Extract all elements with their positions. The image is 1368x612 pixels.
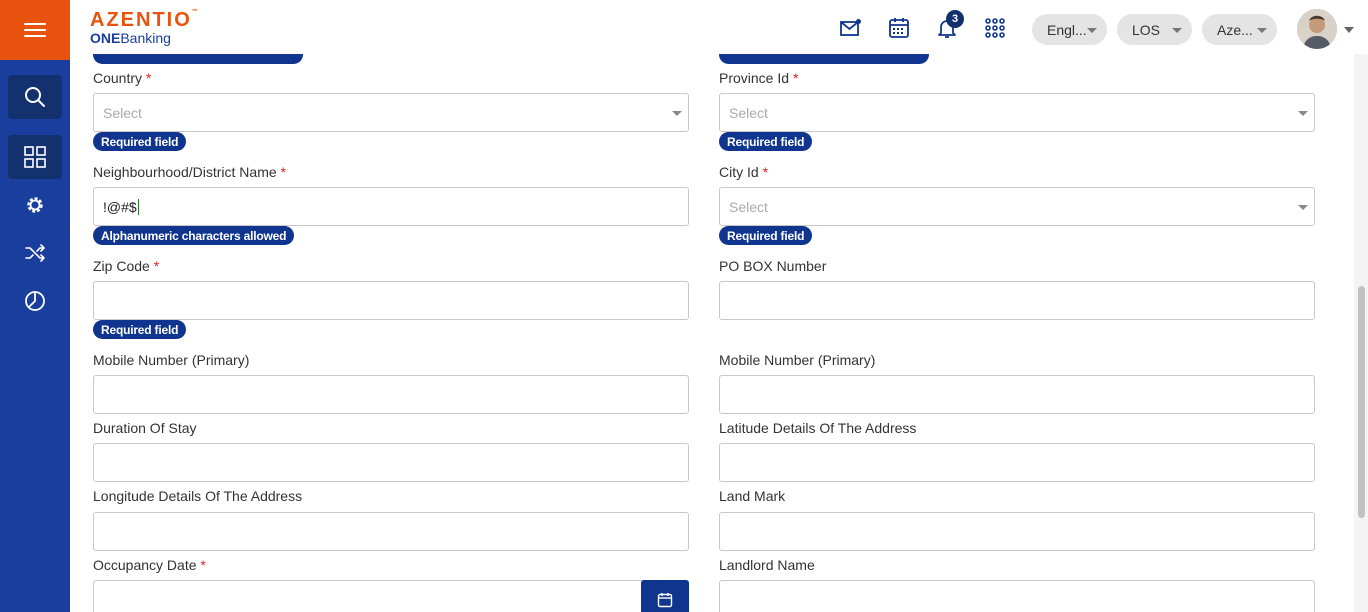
duration-of-stay-input[interactable] [93, 443, 689, 482]
country-label: Country * [93, 70, 152, 86]
user-avatar[interactable] [1297, 9, 1337, 49]
calendar-icon [657, 593, 673, 608]
neighbourhood-error-chip: Alphanumeric characters allowed [93, 226, 295, 245]
po-box-input[interactable] [719, 281, 1315, 320]
city-id-error-chip: Required field [719, 226, 813, 245]
longitude-input[interactable] [93, 512, 689, 551]
apps-grid-icon [985, 18, 1005, 38]
landlord-name-label: Landlord Name [719, 557, 815, 573]
calendar-icon [889, 18, 909, 38]
shuffle-icon [25, 244, 45, 262]
mobile-primary-right-input[interactable] [719, 375, 1315, 414]
text-cursor [137, 198, 139, 215]
calendar-button[interactable] [887, 16, 911, 40]
sidebar-search-button[interactable] [8, 75, 62, 119]
zip-code-error-chip: Required field [93, 320, 187, 339]
mobile-primary-left-label: Mobile Number (Primary) [93, 352, 250, 368]
user-photo-icon [1297, 9, 1337, 49]
province-id-error-chip: Required field [719, 132, 813, 151]
mail-button[interactable] [839, 16, 863, 40]
address-form: Country * Select Required field Province… [70, 54, 1354, 612]
settings-icon [27, 197, 43, 213]
city-id-label: City Id * [719, 164, 769, 180]
search-icon [25, 87, 45, 107]
mobile-primary-left-input[interactable] [93, 375, 689, 414]
apps-button[interactable] [983, 16, 1007, 40]
land-mark-input[interactable] [719, 512, 1315, 551]
duration-of-stay-label: Duration Of Stay [93, 420, 197, 436]
entity-dropdown[interactable]: Aze... [1202, 14, 1277, 45]
province-id-select[interactable]: Select [719, 93, 1315, 132]
mail-icon [840, 19, 861, 36]
latitude-label: Latitude Details Of The Address [719, 420, 917, 436]
cutoff-chip-left [93, 54, 303, 64]
notification-count-badge: 3 [946, 10, 964, 28]
occupancy-date-label: Occupancy Date * [93, 557, 206, 573]
chevron-down-icon [1087, 28, 1097, 33]
cutoff-chip-right [719, 54, 929, 64]
sidebar-reports-button[interactable] [8, 279, 62, 323]
mobile-primary-right-label: Mobile Number (Primary) [719, 352, 876, 368]
hamburger-icon [24, 23, 46, 38]
sidebar-shuffle-button[interactable] [8, 231, 62, 275]
neighbourhood-input[interactable]: !@#$ [93, 187, 689, 226]
longitude-label: Longitude Details Of The Address [93, 488, 303, 504]
page-scrollbar[interactable] [1354, 54, 1368, 612]
city-id-select[interactable]: Select [719, 187, 1315, 226]
chevron-down-icon [1257, 28, 1267, 33]
occupancy-date-picker-button[interactable] [641, 580, 689, 612]
sidebar-settings-button[interactable] [8, 183, 62, 227]
po-box-label: PO BOX Number [719, 258, 827, 274]
zip-code-label: Zip Code * [93, 258, 160, 274]
neighbourhood-label: Neighbourhood/District Name * [93, 164, 286, 180]
sidebar [0, 0, 70, 612]
chevron-down-icon [1298, 205, 1308, 210]
chevron-down-icon [672, 111, 682, 116]
module-dropdown[interactable]: LOS [1117, 14, 1192, 45]
pie-chart-icon [25, 291, 45, 311]
zip-code-input[interactable] [93, 281, 689, 320]
top-header: AZENTIO™ ONEBanking 3 Engl... LOS Aze... [70, 0, 1368, 54]
dashboard-icon [24, 146, 46, 168]
land-mark-label: Land Mark [719, 488, 786, 504]
language-dropdown[interactable]: Engl... [1032, 14, 1107, 45]
country-select[interactable]: Select [93, 93, 689, 132]
occupancy-date-input[interactable] [93, 580, 689, 612]
chevron-down-icon [1298, 111, 1308, 116]
latitude-input[interactable] [719, 443, 1315, 482]
sidebar-dashboard-button[interactable] [8, 135, 62, 179]
azentio-logo: AZENTIO™ ONEBanking [90, 9, 200, 46]
province-id-label: Province Id * [719, 70, 799, 86]
country-error-chip: Required field [93, 132, 187, 151]
scrollbar-thumb[interactable] [1358, 286, 1365, 518]
user-menu-caret-icon[interactable] [1344, 27, 1354, 33]
landlord-name-input[interactable] [719, 580, 1315, 612]
hamburger-menu-button[interactable] [0, 0, 70, 60]
chevron-down-icon [1172, 28, 1182, 33]
